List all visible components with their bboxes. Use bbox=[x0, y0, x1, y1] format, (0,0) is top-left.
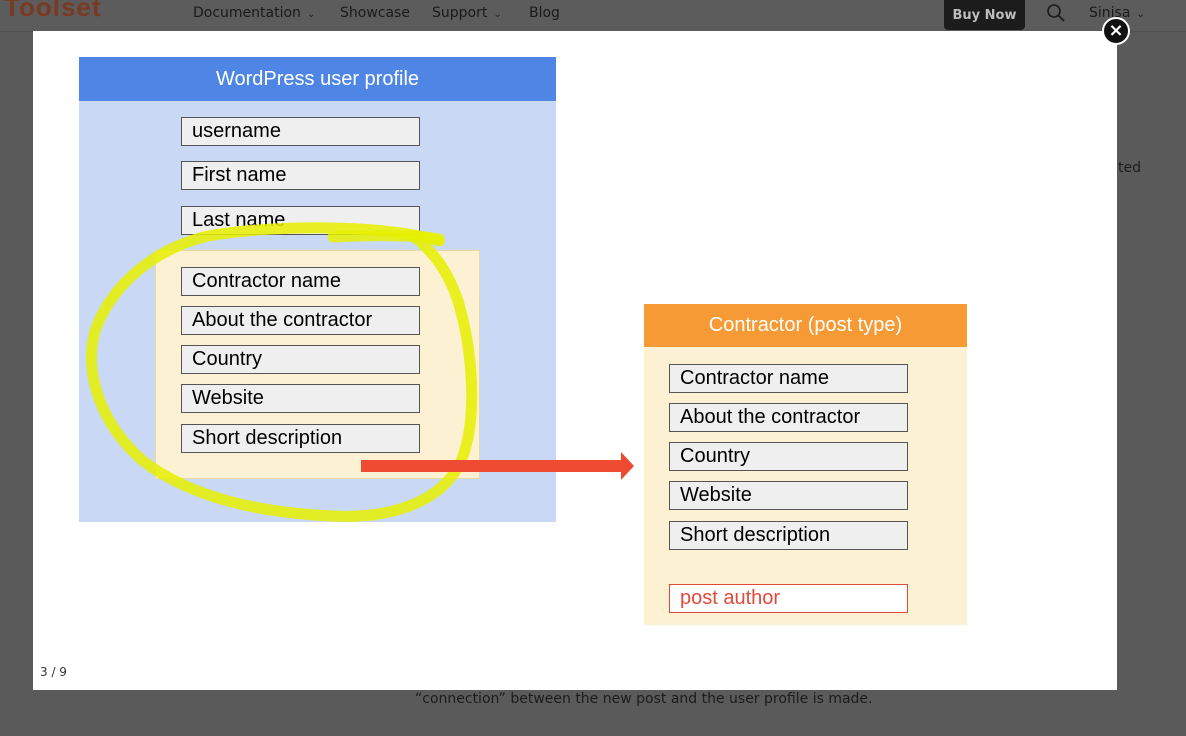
nav-support[interactable]: Support ⌄ bbox=[432, 5, 502, 21]
site-logo[interactable]: Toolset bbox=[4, 0, 102, 23]
chevron-down-icon: ⌄ bbox=[306, 9, 316, 20]
image-lightbox: WordPress user profile username First na… bbox=[33, 31, 1117, 690]
arrow-icon bbox=[361, 452, 634, 480]
close-icon[interactable]: × bbox=[1102, 17, 1130, 45]
nav-label: Showcase bbox=[340, 5, 410, 21]
nav-label: Documentation bbox=[193, 5, 301, 21]
chevron-down-icon: ⌄ bbox=[493, 9, 502, 20]
chevron-down-icon: ⌄ bbox=[1136, 9, 1145, 20]
nav-label: Support bbox=[432, 5, 488, 21]
nav-documentation[interactable]: Documentation ⌄ bbox=[193, 5, 315, 21]
nav-blog[interactable]: Blog bbox=[529, 5, 560, 21]
slide-counter: 3 / 9 bbox=[40, 665, 67, 679]
nav-showcase[interactable]: Showcase bbox=[340, 5, 410, 21]
highlight-circle bbox=[86, 222, 478, 522]
search-icon[interactable] bbox=[1046, 3, 1066, 23]
nav-label: Blog bbox=[529, 5, 560, 21]
background-paragraph: “connection” between the new post and th… bbox=[415, 691, 873, 707]
buy-now-button[interactable]: Buy Now bbox=[944, 0, 1025, 30]
background-text-fragment: ted bbox=[1118, 160, 1141, 176]
site-header: Toolset Documentation ⌄ Showcase Support ⌄… bbox=[0, 0, 1186, 32]
highlight-stroke bbox=[327, 230, 445, 245]
diagram-overlay bbox=[86, 222, 634, 522]
